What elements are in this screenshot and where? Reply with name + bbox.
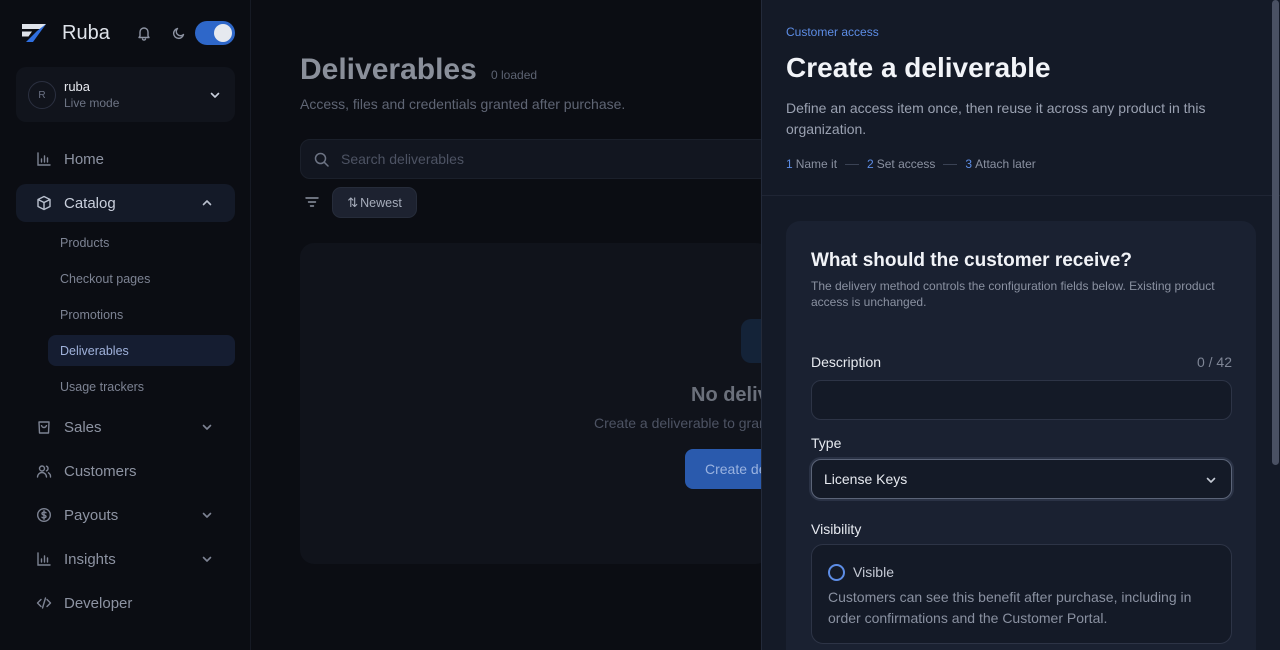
nav-developer-label: Developer [64,594,133,612]
users-icon [36,465,52,478]
search-box [300,139,770,179]
visible-option-description: Customers can see this benefit after pur… [828,589,1192,626]
nav-promotions-label: Promotions [60,307,124,322]
step-1-number: 1 [786,157,793,171]
visibility-option-visible[interactable]: Visible Customers can see this benefit a… [811,544,1232,644]
dollar-circle-icon [36,507,52,523]
visible-option-label: Visible [853,564,894,580]
page-subtitle: Access, files and credentials granted af… [300,96,626,112]
drawer-eyebrow: Customer access [786,25,879,39]
nav-checkout-pages[interactable]: Checkout pages [48,263,235,294]
empty-state-title: No deliverables yet [691,384,770,406]
drawer-title: Create a deliverable [786,52,1051,83]
drawer-scrollbar[interactable] [1272,0,1279,465]
chevron-down-icon [210,92,220,98]
sort-label: Newest [360,195,402,210]
sidebar: Ruba R ruba Live mode Home Catalog Produ… [0,0,251,650]
nav-customers[interactable]: Customers [16,452,235,490]
avatar: R [28,81,56,109]
brand[interactable]: Ruba [20,20,110,46]
step-2-number: 2 [867,157,874,171]
nav-insights-label: Insights [64,550,116,568]
nav-home[interactable]: Home [16,140,235,178]
nav-promotions[interactable]: Promotions [48,299,235,330]
nav-insights[interactable]: Insights [16,540,235,578]
divider [762,195,1280,196]
form-help-text: The delivery method controls the configu… [811,279,1215,309]
org-mode: Live mode [64,96,120,110]
chevron-down-icon [202,424,212,430]
app-name: Ruba [62,21,110,44]
nav-deliverables-label: Deliverables [60,343,129,358]
nav-usage-trackers-label: Usage trackers [60,379,145,394]
chevron-down-icon [1206,477,1216,483]
empty-state: No deliverables yet Create a deliverable… [300,243,770,564]
nav-catalog-label: Catalog [64,194,116,212]
nav-payouts-label: Payouts [64,506,119,524]
search-icon [314,152,329,167]
chevron-down-icon [202,512,212,518]
nav-checkout-pages-label: Checkout pages [60,271,151,286]
org-switcher[interactable]: R ruba Live mode [16,67,235,122]
nav-payouts[interactable]: Payouts [16,496,235,534]
description-label: Description [811,354,882,370]
type-select-value: License Keys [824,471,908,487]
step-3-number: 3 [965,157,973,171]
step-2-label: Set access [876,157,936,171]
bar-chart-icon [37,552,51,566]
nav-usage-trackers[interactable]: Usage trackers [48,371,235,402]
step-3-label: Attach later [975,157,1036,171]
nav-sales-label: Sales [64,418,102,436]
nav-products[interactable]: Products [48,227,235,258]
filter-icon[interactable] [305,196,319,208]
search-input[interactable] [341,140,761,178]
box-icon [37,195,51,211]
page-title: Deliverables [300,53,477,86]
type-label: Type [811,435,842,451]
create-deliverable-drawer: Customer access Create a deliverable Def… [761,0,1280,650]
nav-customers-label: Customers [64,462,137,480]
code-icon [36,597,52,609]
bell-icon[interactable] [136,25,152,41]
step-1-label: Name it [795,157,838,171]
bar-chart-icon [37,152,51,166]
stepper: 1 Name it 2 Set access 3 Attach later [786,157,1036,171]
sort-button[interactable]: ⇅ Newest [332,187,417,218]
deliverable-form-card: What should the customer receive? The de… [786,221,1256,650]
visible-radio[interactable] [828,564,845,581]
description-input[interactable] [811,380,1232,420]
nav-developer[interactable]: Developer [16,584,235,622]
loaded-count: 0 loaded [491,68,538,82]
step-separator [845,163,860,165]
logo-icon [22,24,46,42]
moon-icon[interactable] [172,26,186,40]
empty-state-description: Create a deliverable to grant access aft… [594,415,770,431]
type-select[interactable]: License Keys [811,459,1232,499]
theme-toggle[interactable] [195,21,235,45]
chevron-down-icon [202,556,212,562]
chevron-up-icon [202,200,212,206]
nav-catalog[interactable]: Catalog [16,184,235,222]
step-separator [943,163,958,165]
org-name: ruba [64,79,91,94]
nav-products-label: Products [60,235,110,250]
shopping-bag-icon [38,421,50,434]
create-deliverable-button[interactable]: Create deliverable [685,449,770,489]
nav-sales[interactable]: Sales [16,408,235,446]
main-content: Deliverables 0 loaded Access, files and … [251,0,770,650]
nav-deliverables[interactable]: Deliverables [48,335,235,366]
description-counter: 0 / 42 [1196,354,1232,370]
form-heading: What should the customer receive? [811,250,1132,271]
sort-arrows-icon: ⇅ [347,194,359,210]
toggle-knob [214,24,232,42]
drawer-description: Define an access item once, then reuse i… [786,100,1206,137]
visibility-label: Visibility [811,521,862,537]
nav-home-label: Home [64,150,105,168]
